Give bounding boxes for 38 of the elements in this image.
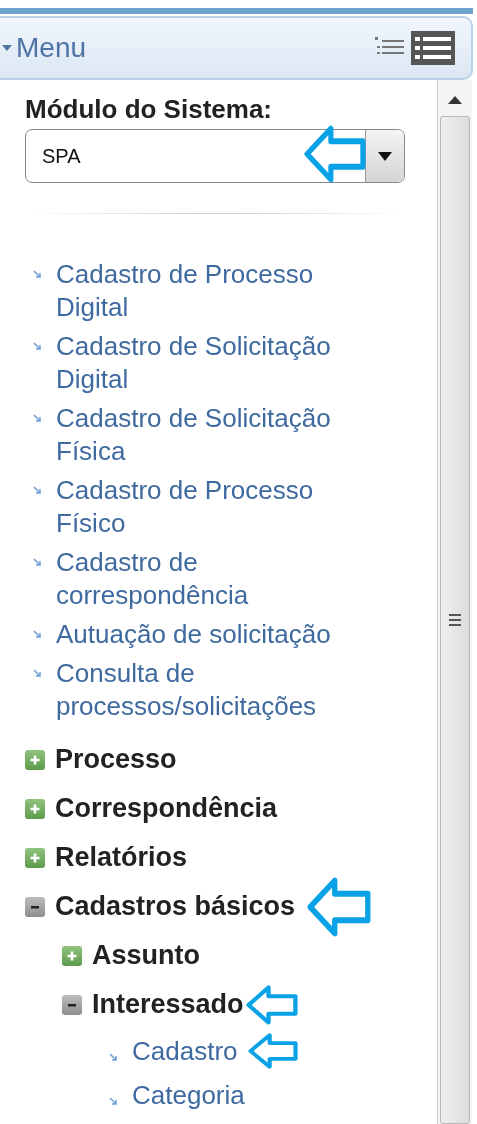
- menu-link[interactable]: Categoria: [132, 1078, 245, 1112]
- collapse-icon[interactable]: [62, 994, 82, 1015]
- tree-node[interactable]: Cadastros básicos: [55, 891, 296, 922]
- tree-node[interactable]: Assunto: [92, 940, 200, 971]
- scrollbar[interactable]: [437, 80, 472, 1124]
- module-label: Módulo do Sistema:: [25, 94, 273, 125]
- menu-link[interactable]: Cadastro de correspondência: [56, 546, 356, 612]
- arrow-icon: [33, 486, 42, 495]
- expand-icon[interactable]: [25, 798, 45, 819]
- menu-link[interactable]: Autuação de solicitação: [56, 618, 356, 651]
- arrow-icon: [33, 270, 42, 279]
- arrow-icon: [109, 1052, 118, 1062]
- expand-icon[interactable]: [25, 749, 45, 770]
- tree-node[interactable]: Relatórios: [55, 842, 188, 873]
- menu-link[interactable]: Consulta de processos/solicitações: [56, 657, 356, 723]
- tree-node[interactable]: Interessado: [92, 989, 244, 1020]
- arrow-icon: [33, 630, 42, 639]
- menu-link[interactable]: Cadastro de Processo Físico: [56, 474, 356, 540]
- tree-node[interactable]: Correspondência: [55, 793, 278, 824]
- grip-icon: [449, 613, 461, 627]
- menu-link[interactable]: Cadastro de Solicitação Digital: [56, 330, 356, 396]
- menu-title[interactable]: Menu: [2, 32, 373, 64]
- scroll-up-icon[interactable]: [448, 96, 462, 104]
- collapse-icon[interactable]: [25, 896, 45, 917]
- menu-link[interactable]: Cadastro de Solicitação Física: [56, 402, 356, 468]
- arrow-icon: [109, 1096, 118, 1106]
- arrow-icon: [33, 669, 42, 678]
- dropdown-icon: [378, 151, 392, 161]
- triangle-icon: [2, 44, 12, 52]
- arrow-icon: [33, 414, 42, 423]
- detail-view-icon[interactable]: [411, 31, 455, 65]
- tree-node[interactable]: Processo: [55, 744, 177, 775]
- menu-link[interactable]: Cadastro de Processo Digital: [56, 258, 356, 324]
- expand-icon[interactable]: [25, 847, 45, 868]
- arrow-icon: [33, 558, 42, 567]
- arrow-icon: [33, 342, 42, 351]
- menu-link[interactable]: Cadastro: [132, 1034, 238, 1068]
- expand-icon[interactable]: [62, 945, 82, 966]
